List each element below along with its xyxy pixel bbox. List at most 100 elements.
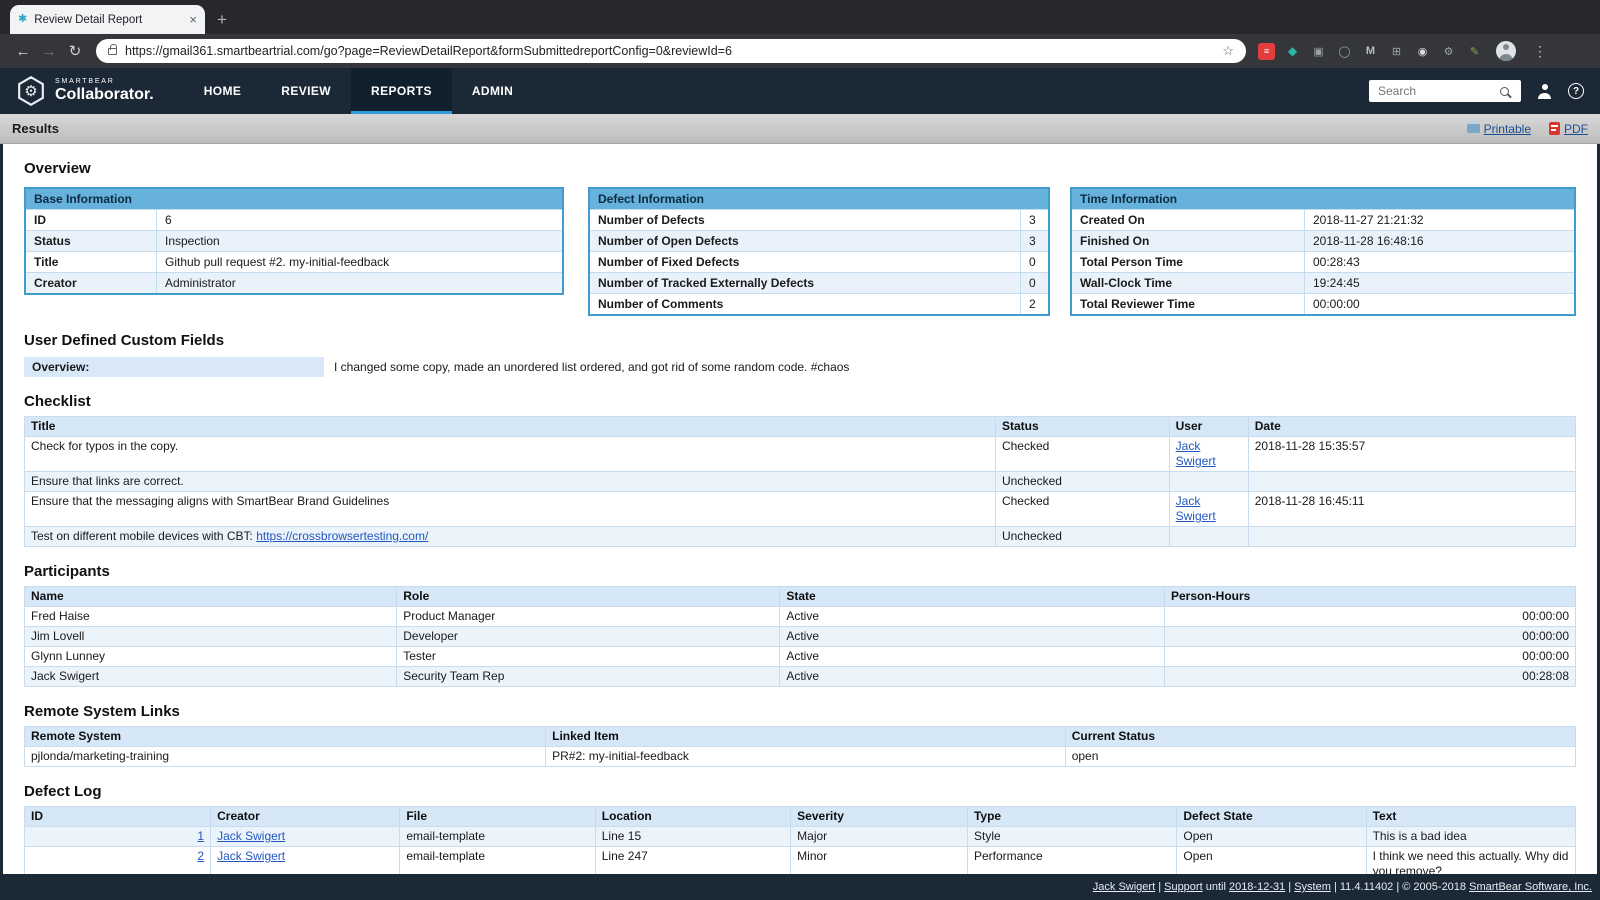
- extension-icon-6[interactable]: ⊞: [1388, 43, 1405, 60]
- extension-icon-8[interactable]: ⚙: [1440, 43, 1457, 60]
- remote-system: pjlonda/marketing-training: [25, 747, 546, 767]
- report-content: Overview Base Information ID 6 Status In…: [0, 144, 1600, 874]
- defect-col-state: Defect State: [1177, 807, 1366, 827]
- info-row: Total Reviewer Time 00:00:00: [1072, 293, 1574, 314]
- time-information-rows: Created On 2018-11-27 21:21:32 Finished …: [1072, 209, 1574, 314]
- info-row: Wall-Clock Time 19:24:45: [1072, 272, 1574, 293]
- browser-toolbar: ← → ↻ https://gmail361.smartbeartrial.co…: [0, 34, 1600, 68]
- bookmark-star-icon[interactable]: ☆: [1222, 43, 1234, 59]
- forward-icon[interactable]: →: [36, 43, 62, 60]
- printer-icon: [1467, 124, 1480, 133]
- defect-text: I think we need this actually. Why did y…: [1366, 847, 1575, 875]
- footer-link[interactable]: 2018-12-31: [1229, 881, 1285, 893]
- info-row: Status Inspection: [26, 230, 562, 251]
- info-label: Finished On: [1072, 231, 1304, 251]
- extension-icon-1[interactable]: ≡: [1258, 43, 1275, 60]
- nav-item-home[interactable]: HOME: [184, 68, 262, 114]
- defect-col-severity: Severity: [791, 807, 968, 827]
- footer-segment: 2018-12-31: [1229, 881, 1285, 893]
- participant-row: Jim Lovell Developer Active 00:00:00: [25, 627, 1576, 647]
- checklist-header-row: Title Status User Date: [25, 417, 1576, 437]
- lock-icon: [108, 48, 117, 55]
- footer-link[interactable]: System: [1294, 881, 1331, 893]
- custom-field-value: I changed some copy, made an unordered l…: [334, 360, 849, 374]
- pdf-label[interactable]: PDF: [1564, 122, 1588, 136]
- extension-icon-7[interactable]: ◉: [1414, 43, 1431, 60]
- defect-state: Open: [1177, 847, 1366, 875]
- refresh-icon[interactable]: ↻: [62, 42, 88, 60]
- nav-item-reports[interactable]: REPORTS: [351, 68, 452, 114]
- defect-id-link[interactable]: 1: [197, 829, 204, 843]
- participants-col-role: Role: [397, 587, 780, 607]
- browser-tab[interactable]: ✱ Review Detail Report ×: [10, 5, 205, 34]
- printable-label[interactable]: Printable: [1484, 122, 1531, 136]
- printable-link[interactable]: Printable: [1467, 122, 1531, 136]
- tab-title: Review Detail Report: [34, 14, 182, 26]
- overview-tables: Base Information ID 6 Status Inspection …: [24, 187, 1576, 316]
- checklist-date: [1248, 527, 1575, 547]
- pdf-link[interactable]: PDF: [1549, 122, 1588, 136]
- checklist-title-link[interactable]: https://crossbrowsertesting.com/: [256, 529, 428, 543]
- extension-icon-2[interactable]: ◆: [1284, 43, 1301, 60]
- tab-close-icon[interactable]: ×: [189, 13, 197, 26]
- checklist-user-link[interactable]: Jack Swigert: [1176, 439, 1216, 468]
- participant-row: Fred Haise Product Manager Active 00:00:…: [25, 607, 1576, 627]
- info-row: Number of Open Defects 3: [590, 230, 1048, 251]
- info-label: Title: [26, 252, 156, 272]
- defect-creator-link[interactable]: Jack Swigert: [217, 829, 285, 843]
- nav-item-review[interactable]: REVIEW: [261, 68, 351, 114]
- tab-favicon-icon: ✱: [18, 14, 27, 25]
- back-icon[interactable]: ←: [10, 43, 36, 60]
- footer-segment: System: [1294, 881, 1331, 893]
- defect-file: email-template: [400, 827, 595, 847]
- info-value: Inspection: [156, 231, 562, 251]
- base-information-rows: ID 6 Status Inspection Title Github pull…: [26, 209, 562, 293]
- checklist-status: Checked: [995, 492, 1169, 527]
- defect-row: 1 Jack Swigert email-template Line 15 Ma…: [25, 827, 1576, 847]
- search-box[interactable]: [1369, 80, 1521, 102]
- brand-text: SMARTBEAR Collaborator.: [55, 78, 154, 103]
- footer-link[interactable]: Jack Swigert: [1093, 881, 1155, 893]
- participant-hours: 00:00:00: [1164, 647, 1575, 667]
- user-icon[interactable]: [1537, 84, 1552, 99]
- checklist-user: Jack Swigert: [1169, 492, 1248, 527]
- defect-log-table: ID Creator File Location Severity Type D…: [24, 806, 1576, 874]
- footer-link[interactable]: SmartBear Software, Inc.: [1469, 881, 1592, 893]
- extension-icon-9[interactable]: ✎: [1466, 43, 1483, 60]
- nav-item-admin[interactable]: ADMIN: [452, 68, 533, 114]
- extension-icon-4[interactable]: ◯: [1336, 43, 1353, 60]
- help-icon[interactable]: ?: [1568, 83, 1584, 99]
- base-information-title: Base Information: [26, 189, 562, 209]
- brand-logo[interactable]: ⚙ SMARTBEAR Collaborator.: [0, 68, 170, 114]
- info-row: Number of Comments 2: [590, 293, 1048, 314]
- defect-severity: Major: [791, 827, 968, 847]
- checklist-user: [1169, 527, 1248, 547]
- extension-icon-3[interactable]: ▣: [1310, 43, 1327, 60]
- participant-row: Glynn Lunney Tester Active 00:00:00: [25, 647, 1576, 667]
- participants-header-row: Name Role State Person-Hours: [25, 587, 1576, 607]
- browser-menu-icon[interactable]: ⋮: [1533, 43, 1547, 60]
- footer-segment: SmartBear Software, Inc.: [1469, 881, 1592, 893]
- time-information-table: Time Information Created On 2018-11-27 2…: [1070, 187, 1576, 316]
- footer-link[interactable]: Support: [1164, 881, 1203, 893]
- profile-avatar[interactable]: [1496, 41, 1516, 61]
- checklist-status: Unchecked: [995, 472, 1169, 492]
- info-label: Wall-Clock Time: [1072, 273, 1304, 293]
- checklist-title-text: Test on different mobile devices with CB…: [31, 529, 256, 543]
- results-actions: Printable PDF: [1467, 122, 1588, 136]
- participant-state: Active: [780, 667, 1165, 687]
- new-tab-button[interactable]: +: [217, 11, 227, 28]
- info-row: Number of Tracked Externally Defects 0: [590, 272, 1048, 293]
- defect-creator-link[interactable]: Jack Swigert: [217, 849, 285, 863]
- search-icon[interactable]: [1500, 87, 1509, 96]
- address-bar[interactable]: https://gmail361.smartbeartrial.com/go?p…: [96, 39, 1246, 63]
- defect-id-link[interactable]: 2: [197, 849, 204, 863]
- checklist-item-title: Test on different mobile devices with CB…: [25, 527, 996, 547]
- browser-tab-strip: ✱ Review Detail Report × +: [0, 0, 1600, 34]
- defect-log-body: 1 Jack Swigert email-template Line 15 Ma…: [25, 827, 1576, 875]
- participants-col-state: State: [780, 587, 1165, 607]
- search-input[interactable]: [1376, 83, 1500, 99]
- url-text[interactable]: https://gmail361.smartbeartrial.com/go?p…: [125, 44, 1214, 58]
- checklist-user-link[interactable]: Jack Swigert: [1176, 494, 1216, 523]
- extension-icon-5[interactable]: M: [1362, 43, 1379, 60]
